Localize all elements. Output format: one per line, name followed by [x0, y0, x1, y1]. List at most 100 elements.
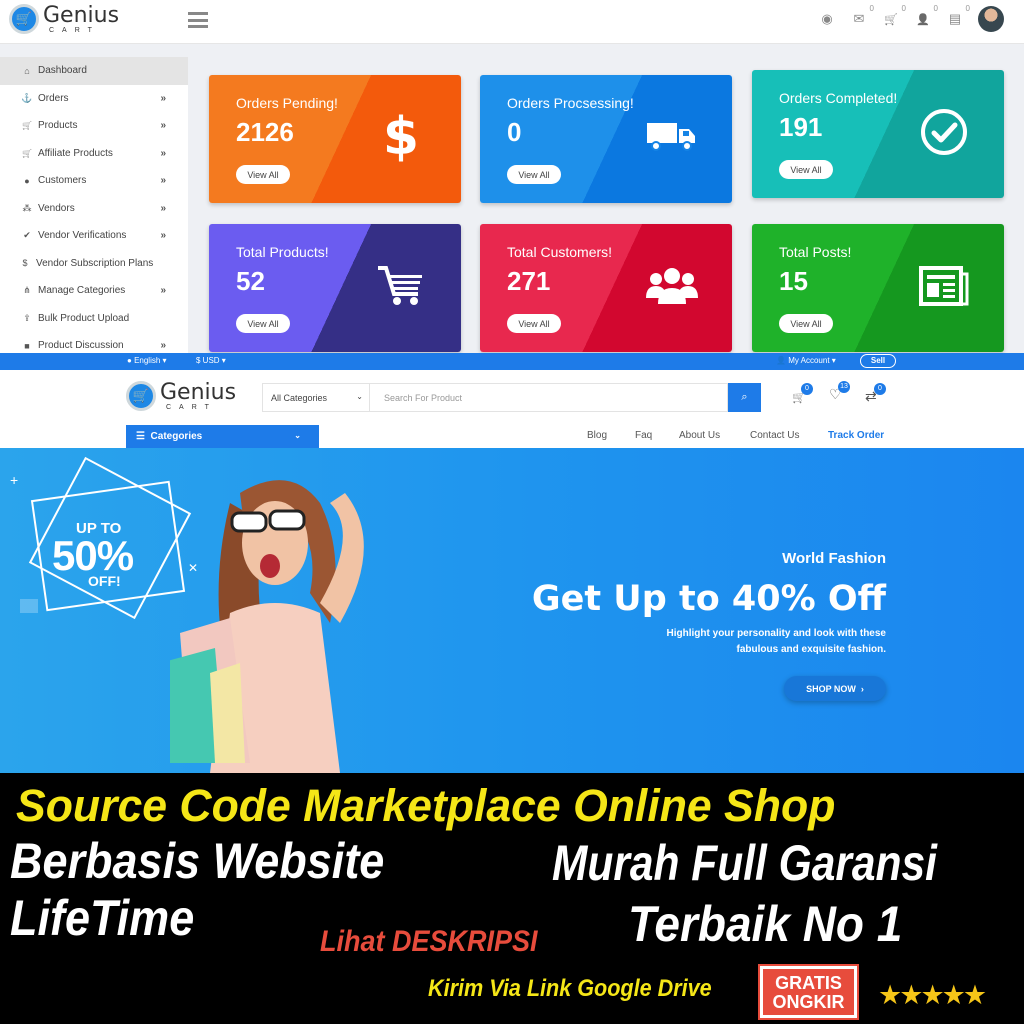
- currency-selector[interactable]: $ USD ▾: [196, 356, 226, 365]
- compare-badge: 0: [874, 383, 886, 395]
- chevron-down-icon: ⌄: [294, 431, 301, 440]
- card-value: 52: [236, 266, 265, 296]
- chevron-right-icon: »: [160, 285, 166, 297]
- comments-icon: ■: [24, 340, 30, 351]
- sidebar-item-dashboard[interactable]: ⌂ Dashboard: [0, 57, 188, 85]
- sidebar-item-customers[interactable]: ● Customers»: [0, 167, 188, 195]
- cart-icon: [373, 258, 429, 314]
- user-icon[interactable]: 👤 0: [914, 4, 938, 28]
- nav-blog[interactable]: Blog: [587, 430, 607, 441]
- sidebar-item-product-discussion[interactable]: ■ Product Discussion»: [0, 332, 188, 355]
- hero-banner: UP TO 50% OFF! + ✕ World Fashion Get Up …: [0, 448, 1024, 773]
- card-total-customers: Total Customers! 271 View All: [480, 224, 732, 352]
- cart-icon: 🛒: [22, 121, 32, 131]
- logo-name: Genius: [43, 2, 120, 28]
- card-value: 0: [507, 117, 522, 147]
- sidebar-item-affiliate-products[interactable]: 🛒 Affiliate Products»: [0, 140, 188, 168]
- chevron-right-icon: »: [160, 340, 166, 352]
- shop-topbar: ● English ▾ $ USD ▾ 👤 My Account ▾ Sell: [0, 353, 1024, 370]
- ticket-badge: 0: [965, 4, 970, 13]
- avatar[interactable]: [978, 6, 1004, 32]
- sidebar-item-vendor-verifications[interactable]: ✔ Vendor Verifications»: [0, 222, 188, 250]
- star-icon: ★: [941, 980, 966, 1010]
- sitemap-icon: ⋔: [23, 285, 31, 296]
- user-badge: 0: [933, 4, 938, 13]
- hamburger-menu-icon[interactable]: [188, 12, 208, 28]
- language-selector[interactable]: ● English ▾: [127, 356, 167, 365]
- card-orders-processing: Orders Procsessing! 0 View All: [480, 75, 732, 203]
- admin-logo[interactable]: 🛒 Genius CART: [9, 4, 119, 34]
- chevron-right-icon: »: [160, 175, 166, 187]
- mail-badge: 0: [869, 4, 874, 13]
- category-select[interactable]: All Categories ⌄: [262, 383, 370, 412]
- banner-line-berbasis: Berbasis Website: [10, 833, 385, 889]
- shop-navbar: ☰ Categories ⌄ Blog Faq About Us Contact …: [0, 425, 1024, 448]
- card-value: 15: [779, 266, 808, 296]
- banner-headline: Source Code Marketplace Online Shop: [16, 780, 836, 831]
- sell-button[interactable]: Sell: [860, 354, 896, 368]
- sidebar-item-vendor-subscription-plans[interactable]: $ Vendor Subscription Plans: [0, 250, 188, 278]
- view-all-button[interactable]: View All: [236, 165, 290, 184]
- nav-track-order[interactable]: Track Order: [828, 430, 884, 441]
- users-icon: [644, 258, 700, 314]
- view-all-button[interactable]: View All: [779, 160, 833, 179]
- card-total-products: Total Products! 52 View All: [209, 224, 461, 352]
- cart-button[interactable]: 🛒 0: [792, 383, 813, 404]
- vendors-icon: ⁂: [22, 202, 32, 213]
- globe-icon[interactable]: ◉: [818, 10, 836, 28]
- card-title: Orders Completed!: [779, 90, 898, 106]
- sidebar-item-manage-categories[interactable]: ⋔ Manage Categories»: [0, 277, 188, 305]
- dollar-icon: $: [22, 258, 28, 269]
- card-title: Orders Procsessing!: [507, 95, 634, 111]
- shop-header: 🛒 Genius CART All Categories ⌄ Search For…: [0, 370, 1024, 425]
- shop-now-button[interactable]: SHOP NOW ›: [784, 676, 886, 701]
- cart-icon: 🛒: [22, 148, 32, 158]
- nav-faq[interactable]: Faq: [635, 430, 652, 441]
- user-icon: ●: [24, 175, 30, 186]
- cart-logo-icon: 🛒: [126, 381, 156, 411]
- search-input[interactable]: Search For Product: [370, 383, 728, 412]
- categories-button[interactable]: ☰ Categories ⌄: [126, 425, 319, 448]
- sidebar-item-orders[interactable]: ⚓ Orders»: [0, 85, 188, 113]
- card-title: Total Posts!: [779, 244, 852, 260]
- view-all-button[interactable]: View All: [779, 314, 833, 333]
- compare-button[interactable]: ⇄ 0: [865, 383, 886, 405]
- admin-sidebar: ⌂ Dashboard ⚓ Orders» 🛒 Products» 🛒 Affiliat…: [0, 57, 188, 355]
- my-account-menu[interactable]: 👤 My Account ▾: [776, 356, 836, 365]
- card-orders-completed: Orders Completed! 191 View All: [752, 70, 1004, 198]
- sidebar-item-bulk-product-upload[interactable]: ⇪ Bulk Product Upload: [0, 305, 188, 333]
- chevron-right-icon: »: [160, 230, 166, 242]
- admin-dashboard: 🛒 Genius CART ◉ ✉ 0 🛒 0 👤 0 ▤ 0 ⌂ Dashboard ⚓…: [0, 0, 1024, 355]
- search-button[interactable]: ⌕: [728, 383, 761, 412]
- view-all-button[interactable]: View All: [236, 314, 290, 333]
- admin-top-icons: ◉ ✉ 0 🛒 0 👤 0 ▤ 0: [818, 4, 1004, 32]
- ticket-icon[interactable]: ▤ 0: [946, 4, 970, 28]
- wishlist-button[interactable]: ♡ 13: [829, 381, 850, 403]
- truck-icon: [644, 109, 700, 165]
- chevron-right-icon: »: [160, 202, 166, 214]
- fashion-model-image: [170, 480, 364, 773]
- nav-about-us[interactable]: About Us: [679, 430, 720, 441]
- newspaper-icon: [916, 258, 972, 314]
- sidebar-item-vendors[interactable]: ⁂ Vendors»: [0, 195, 188, 223]
- banner-line-murah: Murah Full Garansi: [552, 835, 937, 891]
- card-title: Total Customers!: [507, 244, 613, 260]
- view-all-button[interactable]: View All: [507, 165, 561, 184]
- chevron-right-icon: »: [160, 120, 166, 132]
- hero-eyebrow: World Fashion: [782, 550, 886, 567]
- card-orders-pending: Orders Pending! 2126 View All $: [209, 75, 461, 203]
- star-icon: ★: [899, 980, 923, 1010]
- square-decoration: [20, 599, 38, 613]
- chevron-right-icon: »: [160, 147, 166, 159]
- cart-icon[interactable]: 🛒 0: [882, 4, 906, 28]
- banner-line-lifetime: LifeTime: [10, 890, 195, 946]
- check-icon: ✔: [23, 230, 31, 241]
- view-all-button[interactable]: View All: [507, 314, 561, 333]
- shop-logo[interactable]: 🛒 Genius CART: [126, 381, 236, 411]
- hero-subtext-2: fabulous and exquisite fashion.: [736, 644, 886, 655]
- mail-icon[interactable]: ✉ 0: [850, 4, 874, 28]
- star-icon: ★: [962, 980, 987, 1010]
- sidebar-item-products[interactable]: 🛒 Products»: [0, 112, 188, 140]
- rating-stars: ★★★★★: [878, 980, 987, 1011]
- nav-contact-us[interactable]: Contact Us: [750, 430, 799, 441]
